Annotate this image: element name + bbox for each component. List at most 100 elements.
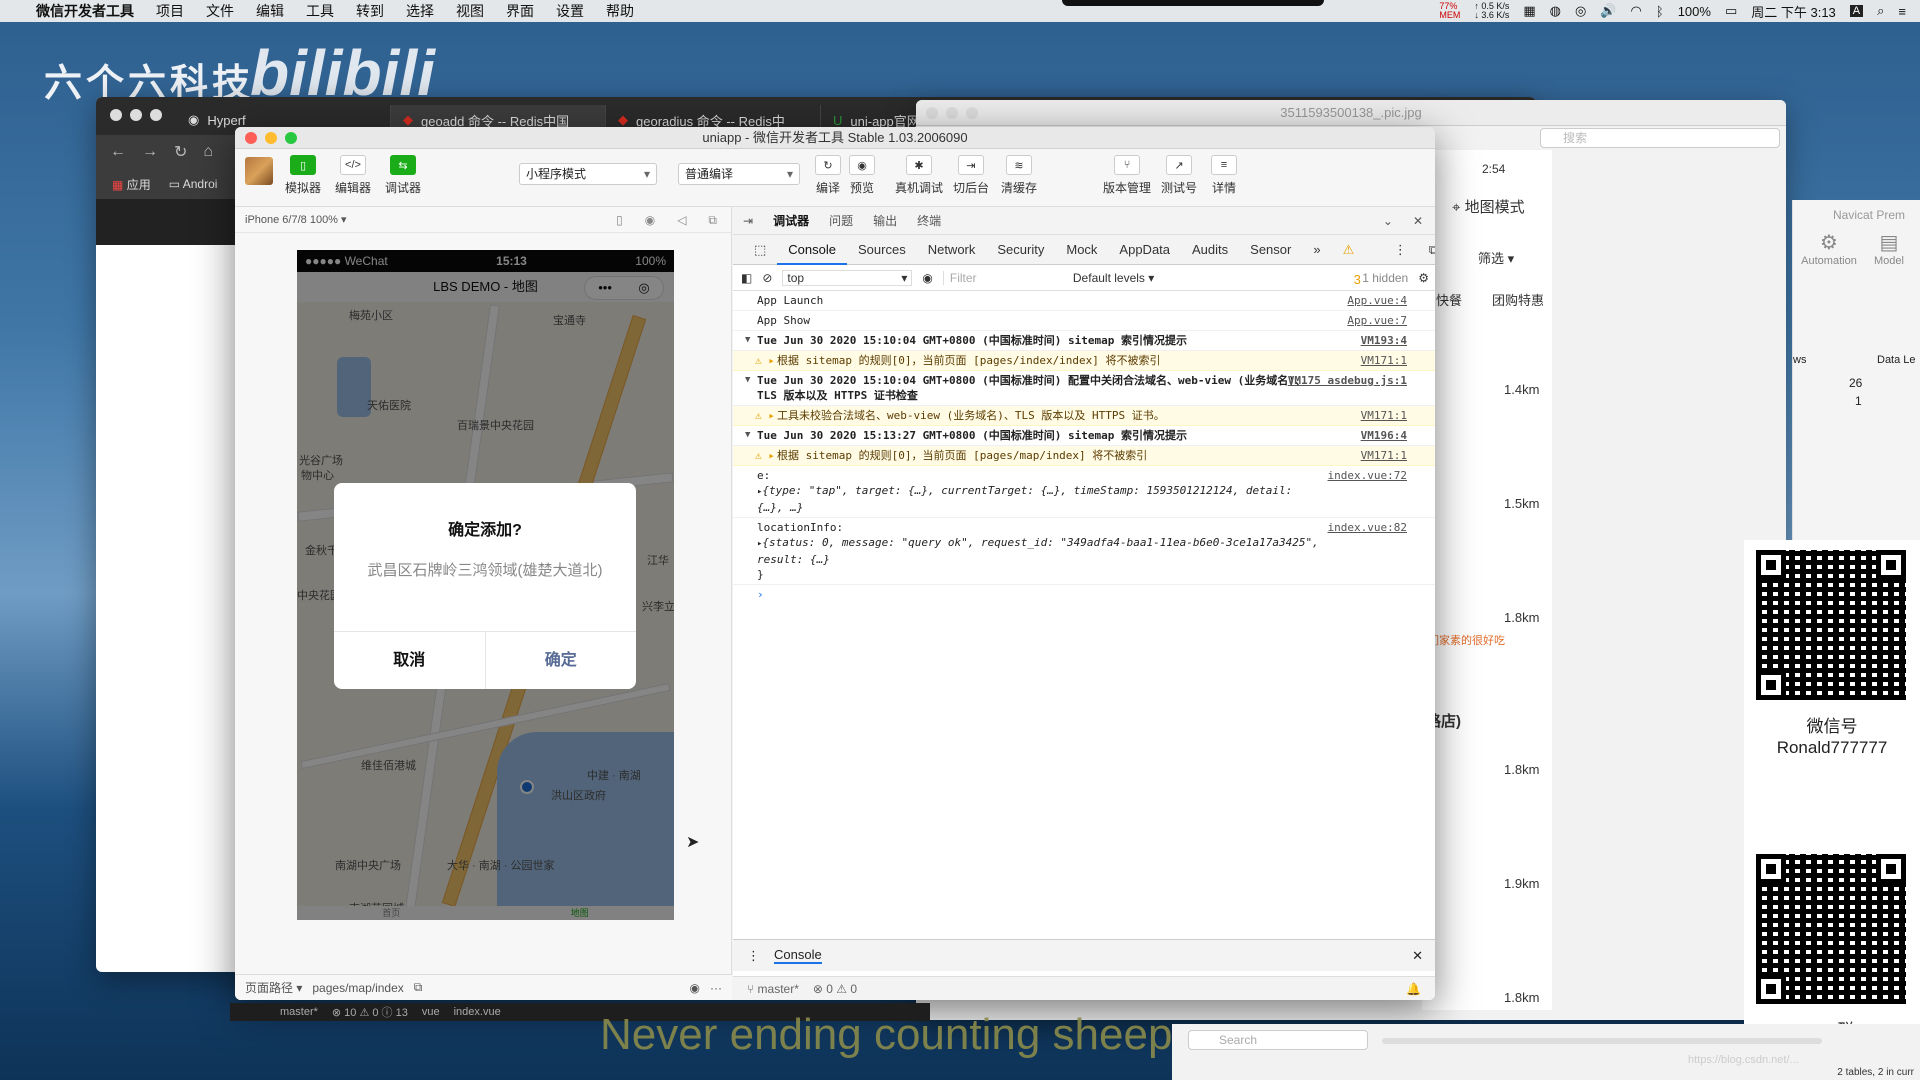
sidebar-toggle-icon[interactable]: ◧ [741,271,752,285]
menu-item-project[interactable]: 项目 [156,1,184,21]
menu-item-select[interactable]: 选择 [406,1,434,21]
clock[interactable]: 周二 下午 3:13 [1751,2,1836,21]
drawer-tab-console[interactable]: Console [774,947,822,964]
input-source-icon[interactable]: A [1849,5,1864,17]
filter-input[interactable]: Filter [942,270,1063,285]
more-tabs-button[interactable]: » [1302,235,1331,265]
kebab-menu-icon[interactable]: ⋮ [1383,235,1418,265]
menu-item-view[interactable]: 视图 [456,1,484,21]
bookmark-apps[interactable]: ▦ 应用 [112,176,151,193]
debugger-button[interactable]: ⇆ 调试器 [385,155,421,196]
maximize-button[interactable] [285,132,297,144]
maximize-button[interactable] [150,109,162,121]
test-account-button[interactable]: ↗ 测试号 [1161,155,1197,196]
navicat-search-input[interactable]: Search [1188,1030,1368,1050]
avatar[interactable] [245,157,273,185]
context-select[interactable]: top ▾ [782,269,913,286]
battery-percent[interactable]: 100% [1678,4,1711,19]
vscode-problems[interactable]: ⊗ 10 ⚠ 0 ⓘ 13 [332,1004,408,1020]
warning-count-badge[interactable]: ⚠ 3 [1332,235,1383,287]
horizontal-scrollbar[interactable] [1382,1038,1822,1044]
phone-outline-icon[interactable]: ▯ [616,213,623,228]
cancel-button[interactable]: 取消 [334,632,486,689]
version-control-button[interactable]: ⑂ 版本管理 [1103,155,1151,196]
tab-output[interactable]: 输出 [873,212,897,229]
source-link[interactable]: App.vue:4 [1347,293,1407,308]
volume-icon[interactable]: 🔊 [1600,3,1616,19]
tab-console[interactable]: Console [777,235,847,265]
battery-icon[interactable]: ▭ [1725,3,1737,19]
menu-item-edit[interactable]: 编辑 [256,1,284,21]
console-warning[interactable]: ⚠ ▸ 根据 sitemap 的规则[0]，当前页面 [pages/index/i… [733,351,1435,371]
triangle-down-icon[interactable]: ▼ [745,333,750,348]
tag-groupbuy[interactable]: 团购特惠 [1492,290,1622,309]
vscode-language[interactable]: vue [422,1006,440,1018]
menu-item-tools[interactable]: 工具 [306,1,334,21]
menu-item-interface[interactable]: 界面 [506,1,534,21]
console-line[interactable]: App Show App.vue:7 [733,311,1435,331]
tab-mock[interactable]: Mock [1055,235,1108,265]
shield-icon[interactable]: ◎ [1575,3,1586,19]
vscode-branch[interactable]: master* [280,1006,318,1018]
grid-icon[interactable]: ▦ [1523,3,1535,19]
menu-app-name[interactable]: 微信开发者工具 [36,1,134,21]
minimize-button[interactable] [130,109,142,121]
network-indicator[interactable]: ↑ 0.5 K/s ↓ 3.6 K/s [1474,2,1509,20]
map-mode-button[interactable]: ⌖ 地图模式 [1452,196,1582,217]
clear-console-icon[interactable]: ⊘ [762,271,772,285]
tab-security[interactable]: Security [986,235,1055,265]
forward-icon[interactable]: → [142,143,158,161]
compile-button[interactable]: ↻ 编译 [815,155,841,196]
real-device-debug-button[interactable]: ✱ 真机调试 [895,155,943,196]
tab-problems[interactable]: 问题 [829,212,853,229]
drawer-menu-icon[interactable]: ⋮ [747,948,760,964]
sound-icon[interactable]: ◁ [677,213,686,228]
source-link[interactable]: VM175 asdebug.js:1 [1288,373,1407,388]
bluetooth-icon[interactable]: ᛒ [1656,4,1664,19]
close-button[interactable] [110,109,122,121]
tab-debugger[interactable]: 调试器 [773,212,809,229]
source-link[interactable]: index.vue:82 [1328,520,1407,535]
menu-item-help[interactable]: 帮助 [606,1,634,21]
source-link[interactable]: VM171:1 [1361,448,1407,463]
console-object-log[interactable]: locationInfo: index.vue:82 ▸{status: 0, me… [733,518,1435,585]
source-link[interactable]: App.vue:7 [1347,313,1407,328]
undock-icon[interactable]: ⧉ [1418,235,1435,265]
copy-icon[interactable]: ⧉ [414,980,423,995]
object-preview[interactable]: {type: "tap", target: {…}, currentTarget… [757,484,1292,514]
memory-indicator[interactable]: 77% MEM [1439,2,1460,20]
wechat-icon[interactable]: ◍ [1550,3,1561,19]
source-link[interactable]: index.vue:72 [1328,468,1407,483]
background-button[interactable]: ⇥ 切后台 [953,155,989,196]
console-object-log[interactable]: e: index.vue:72 ▸{type: "tap", target: {…}… [733,466,1435,518]
details-button[interactable]: ≡ 详情 [1211,155,1237,196]
mode-select[interactable]: 小程序模式 [519,163,657,185]
editor-button[interactable]: </> 编辑器 [335,155,371,196]
back-icon[interactable]: ← [110,143,126,161]
page-path-label[interactable]: 页面路径 ▾ [245,979,302,996]
more-icon[interactable]: ··· [710,981,722,995]
collapse-icon[interactable]: ⇥ [743,214,753,228]
tab-network[interactable]: Network [917,235,987,265]
menu-item-goto[interactable]: 转到 [356,1,384,21]
tab-audits[interactable]: Audits [1181,235,1239,265]
reload-icon[interactable]: ↻ [174,142,187,162]
home-icon[interactable]: ⌂ [203,143,213,161]
object-preview[interactable]: {status: 0, message: "query ok", request… [757,536,1319,566]
inspect-icon[interactable]: ⬚ [743,235,777,265]
control-center-icon[interactable]: ≡ [1898,4,1906,19]
maximize-button[interactable] [966,107,978,119]
console-warning[interactable]: ⚠ ▸ 根据 sitemap 的规则[0]，当前页面 [pages/map/ind… [733,446,1435,466]
console-group[interactable]: ▼ Tue Jun 30 2020 15:10:04 GMT+0800 (中国标准… [733,371,1435,406]
log-levels-select[interactable]: Default levels ▾ [1073,271,1154,285]
console-line[interactable]: App Launch App.vue:4 [733,291,1435,311]
console-group[interactable]: ▼ Tue Jun 30 2020 15:13:27 GMT+0800 (中国标准… [733,426,1435,446]
compile-mode-select[interactable]: 普通编译 [678,163,800,185]
source-link[interactable]: VM171:1 [1361,353,1407,368]
triangle-down-icon[interactable]: ▼ [745,373,750,388]
minimize-button[interactable] [946,107,958,119]
eye-icon[interactable]: ◉ [690,981,700,995]
tab-appdata[interactable]: AppData [1108,235,1181,265]
filter-dropdown[interactable]: 筛选 ▾ [1478,248,1608,267]
gear-icon[interactable]: ⚙ [1418,271,1429,285]
